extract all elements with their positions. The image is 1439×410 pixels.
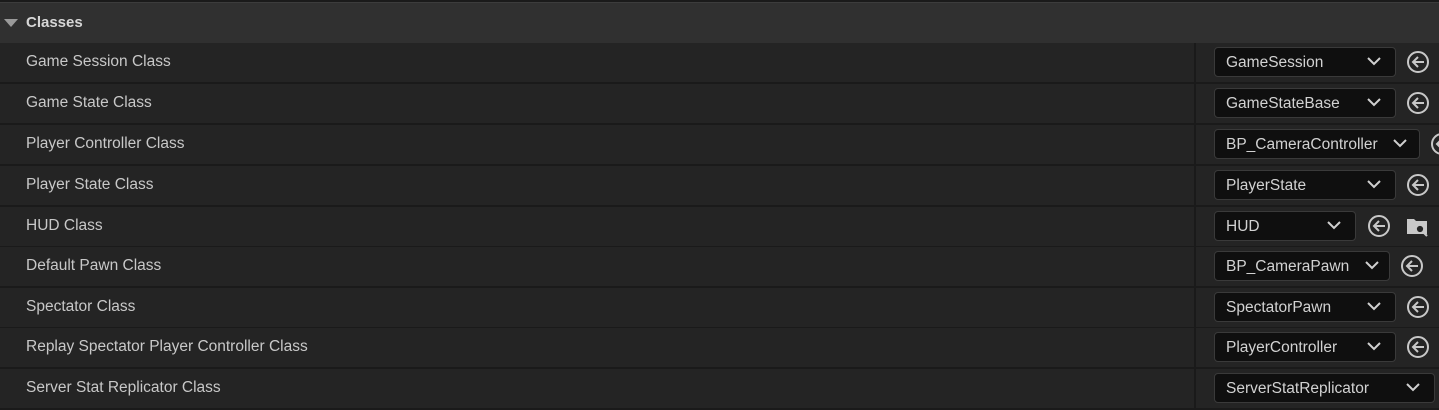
- property-label: Player State Class: [26, 176, 154, 193]
- dropdown-value: HUD: [1226, 218, 1260, 235]
- class-picker-dropdown[interactable]: ServerStatReplicator: [1214, 373, 1435, 403]
- property-row-server-stat-replicator-class: Server Stat Replicator Class ServerStatR…: [0, 369, 1439, 410]
- details-panel: Classes Game Session Class GameSession G…: [0, 0, 1439, 410]
- section-title: Classes: [26, 14, 83, 31]
- chevron-down-icon: [1406, 383, 1420, 392]
- property-row-game-session-class: Game Session Class GameSession: [0, 43, 1439, 84]
- chevron-down-icon: [1367, 342, 1381, 351]
- class-picker-dropdown[interactable]: HUD: [1214, 211, 1356, 241]
- class-picker-dropdown[interactable]: GameSession: [1214, 47, 1396, 77]
- property-row-hud-class: HUD Class HUD: [0, 207, 1439, 248]
- dropdown-value: GameStateBase: [1226, 95, 1340, 112]
- use-selected-asset-icon[interactable]: [1400, 254, 1424, 278]
- chevron-down-icon: [1367, 302, 1381, 311]
- property-label: Game State Class: [26, 94, 152, 111]
- column-splitter[interactable]: [1194, 369, 1196, 408]
- property-label: Default Pawn Class: [26, 257, 162, 274]
- dropdown-value: SpectatorPawn: [1226, 299, 1332, 316]
- column-splitter[interactable]: [1194, 166, 1196, 205]
- chevron-down-icon: [1367, 57, 1381, 66]
- column-splitter[interactable]: [1194, 84, 1196, 123]
- class-picker-dropdown[interactable]: SpectatorPawn: [1214, 292, 1396, 322]
- property-row-player-controller-class: Player Controller Class BP_CameraControl…: [0, 125, 1439, 166]
- use-selected-asset-icon[interactable]: [1406, 173, 1430, 197]
- chevron-down-icon: [1393, 139, 1407, 148]
- chevron-down-icon: [1367, 180, 1381, 189]
- browse-asset-icon[interactable]: [1405, 214, 1429, 238]
- property-row-replay-spectator-player-controller-class: Replay Spectator Player Controller Class…: [0, 328, 1439, 369]
- chevron-down-icon: [1327, 221, 1341, 230]
- column-splitter[interactable]: [1194, 43, 1196, 82]
- class-picker-dropdown[interactable]: PlayerState: [1214, 170, 1396, 200]
- dropdown-value: PlayerState: [1226, 177, 1307, 194]
- section-header-classes[interactable]: Classes: [0, 2, 1439, 44]
- dropdown-value: ServerStatReplicator: [1226, 380, 1370, 397]
- use-selected-asset-icon[interactable]: [1406, 50, 1430, 74]
- use-selected-asset-icon[interactable]: [1406, 91, 1430, 115]
- property-label: Spectator Class: [26, 298, 136, 315]
- dropdown-value: GameSession: [1226, 54, 1324, 71]
- column-splitter[interactable]: [1194, 125, 1196, 164]
- property-row-game-state-class: Game State Class GameStateBase: [0, 84, 1439, 125]
- column-splitter[interactable]: [1194, 207, 1196, 246]
- chevron-down-icon: [1365, 261, 1379, 270]
- class-picker-dropdown[interactable]: GameStateBase: [1214, 88, 1396, 118]
- use-selected-asset-icon[interactable]: [1406, 335, 1430, 359]
- dropdown-value: BP_CameraPawn: [1226, 258, 1350, 275]
- property-row-player-state-class: Player State Class PlayerState: [0, 166, 1439, 207]
- dropdown-value: PlayerController: [1226, 339, 1338, 356]
- use-selected-asset-icon[interactable]: [1367, 214, 1391, 238]
- column-splitter[interactable]: [1194, 328, 1196, 367]
- dropdown-value: BP_CameraController: [1226, 136, 1378, 153]
- use-selected-asset-icon[interactable]: [1406, 295, 1430, 319]
- class-picker-dropdown[interactable]: BP_CameraController: [1214, 129, 1420, 159]
- property-label: Player Controller Class: [26, 135, 185, 152]
- use-selected-asset-icon[interactable]: [1430, 132, 1439, 156]
- chevron-down-icon: [1367, 98, 1381, 107]
- column-splitter[interactable]: [1194, 288, 1196, 327]
- property-row-default-pawn-class: Default Pawn Class BP_CameraPawn: [0, 247, 1439, 288]
- class-picker-dropdown[interactable]: PlayerController: [1214, 332, 1396, 362]
- collapse-caret-icon[interactable]: [4, 19, 18, 27]
- property-label: HUD Class: [26, 217, 103, 234]
- property-label: Game Session Class: [26, 53, 171, 70]
- property-label: Server Stat Replicator Class: [26, 379, 221, 396]
- property-row-spectator-class: Spectator Class SpectatorPawn: [0, 288, 1439, 329]
- column-splitter[interactable]: [1194, 247, 1196, 286]
- class-picker-dropdown[interactable]: BP_CameraPawn: [1214, 251, 1390, 281]
- property-label: Replay Spectator Player Controller Class: [26, 338, 308, 355]
